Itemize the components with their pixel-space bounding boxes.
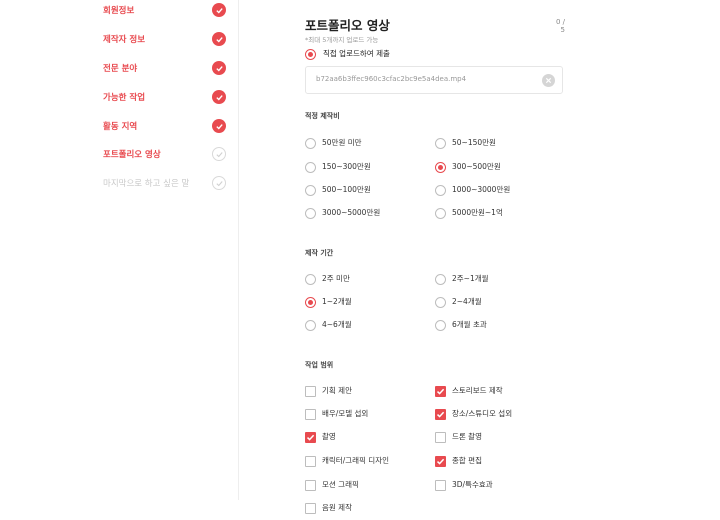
scope-checkbox-checked[interactable]: [435, 409, 446, 420]
budget-section-label: 적정 제작비: [305, 112, 340, 120]
scope-option-label: 드론 촬영: [452, 432, 482, 441]
file-field[interactable]: b72aa6b3ffec960c3cfac2bc9e5a4dea.mp4: [305, 66, 563, 94]
close-circle-icon[interactable]: [542, 74, 555, 87]
sidebar-item-available-work[interactable]: 가능한 작업: [103, 87, 145, 107]
sidebar-item-specialty[interactable]: 전문 분야: [103, 58, 137, 78]
scope-checkbox[interactable]: [305, 480, 316, 491]
period-option-label: 1~2개월: [322, 297, 352, 306]
period-radio-selected[interactable]: [305, 297, 316, 308]
scope-checkbox[interactable]: [435, 480, 446, 491]
upload-count: 0 / 5: [555, 18, 565, 34]
budget-radio[interactable]: [305, 208, 316, 219]
sidebar-item-label: 포트폴리오 영상: [103, 150, 161, 160]
budget-option-label: 300~500만원: [452, 162, 501, 171]
page-title: 포트폴리오 영상: [305, 18, 390, 33]
sidebar-item-label: 전문 분야: [103, 64, 138, 74]
scope-checkbox-checked[interactable]: [435, 386, 446, 397]
sidebar-item-creator-info[interactable]: 제작자 정보: [103, 29, 145, 49]
check-circle-icon: [212, 3, 226, 17]
scope-option-label: 모션 그래픽: [322, 480, 359, 489]
budget-option-label: 50~150만원: [452, 138, 496, 147]
sidebar: 회원정보 제작자 정보 전문 분야 가능한 작업 활동 지역 포트폴리오 영상 …: [0, 0, 239, 500]
scope-option-label: 장소/스튜디오 섭외: [452, 409, 513, 418]
budget-radio-selected[interactable]: [435, 162, 446, 173]
budget-radio[interactable]: [305, 138, 316, 149]
scope-checkbox[interactable]: [305, 386, 316, 397]
period-radio[interactable]: [305, 274, 316, 285]
check-circle-icon: [212, 90, 226, 104]
scope-option-label: 음원 제작: [322, 503, 352, 512]
upload-direct-label: 직접 업로드하여 제출: [323, 49, 390, 58]
sidebar-item-label: 활동 지역: [103, 122, 138, 132]
check-circle-icon: [212, 119, 226, 133]
period-option-label: 2~4개월: [452, 297, 482, 306]
budget-option-label: 500~100만원: [322, 185, 371, 194]
sidebar-item-last-words[interactable]: 마지막으로 하고 싶은 말: [103, 173, 189, 193]
budget-option-label: 1000~3000만원: [452, 185, 511, 194]
scope-option-label: 기획 제안: [322, 386, 352, 395]
budget-radio[interactable]: [435, 138, 446, 149]
scope-option-label: 종합 편집: [452, 456, 482, 465]
budget-radio[interactable]: [435, 208, 446, 219]
file-name: b72aa6b3ffec960c3cfac2bc9e5a4dea.mp4: [316, 75, 467, 83]
scope-option-label: 배우/모델 섭외: [322, 409, 369, 418]
upload-hint: *최대 5개까지 업로드 가능: [305, 36, 379, 44]
scope-checkbox[interactable]: [305, 409, 316, 420]
sidebar-item-label: 마지막으로 하고 싶은 말: [103, 179, 190, 189]
budget-option-label: 5000만원~1억: [452, 208, 503, 217]
scope-checkbox[interactable]: [305, 456, 316, 467]
scope-option-label: 캐릭터/그래픽 디자인: [322, 456, 390, 465]
period-radio[interactable]: [435, 274, 446, 285]
scope-option-label: 스토리보드 제작: [452, 386, 503, 395]
period-option-label: 4~6개월: [322, 320, 352, 329]
scope-checkbox-checked[interactable]: [435, 456, 446, 467]
scope-option-label: 3D/특수효과: [452, 480, 493, 489]
budget-radio[interactable]: [305, 185, 316, 196]
period-radio[interactable]: [435, 320, 446, 331]
sidebar-item-region[interactable]: 활동 지역: [103, 116, 137, 136]
upload-direct-radio[interactable]: [305, 49, 316, 60]
scope-option-label: 촬영: [322, 432, 336, 441]
budget-radio[interactable]: [305, 162, 316, 173]
main-form: 포트폴리오 영상 0 / 5 *최대 5개까지 업로드 가능 직접 업로드하여 …: [305, 0, 565, 520]
sidebar-item-member-info[interactable]: 회원정보: [103, 0, 134, 20]
period-radio[interactable]: [305, 320, 316, 331]
scope-section-label: 작업 범위: [305, 361, 334, 369]
sidebar-item-portfolio[interactable]: 포트폴리오 영상: [103, 144, 161, 164]
check-outline-icon: [212, 147, 226, 161]
scope-checkbox-checked[interactable]: [305, 432, 316, 443]
budget-option-label: 150~300만원: [322, 162, 371, 171]
budget-option-label: 50만원 미만: [322, 138, 362, 147]
budget-radio[interactable]: [435, 185, 446, 196]
check-circle-icon: [212, 32, 226, 46]
check-circle-icon: [212, 61, 226, 75]
period-option-label: 2주 미만: [322, 274, 350, 283]
period-option-label: 6개월 초과: [452, 320, 487, 329]
period-option-label: 2주~1개월: [452, 274, 489, 283]
period-radio[interactable]: [435, 297, 446, 308]
budget-option-label: 3000~5000만원: [322, 208, 381, 217]
sidebar-item-label: 제작자 정보: [103, 35, 146, 45]
scope-checkbox[interactable]: [305, 503, 316, 514]
sidebar-item-label: 회원정보: [103, 6, 135, 16]
period-section-label: 제작 기간: [305, 249, 334, 257]
scope-checkbox[interactable]: [435, 432, 446, 443]
sidebar-item-label: 가능한 작업: [103, 93, 146, 103]
check-outline-icon: [212, 176, 226, 190]
